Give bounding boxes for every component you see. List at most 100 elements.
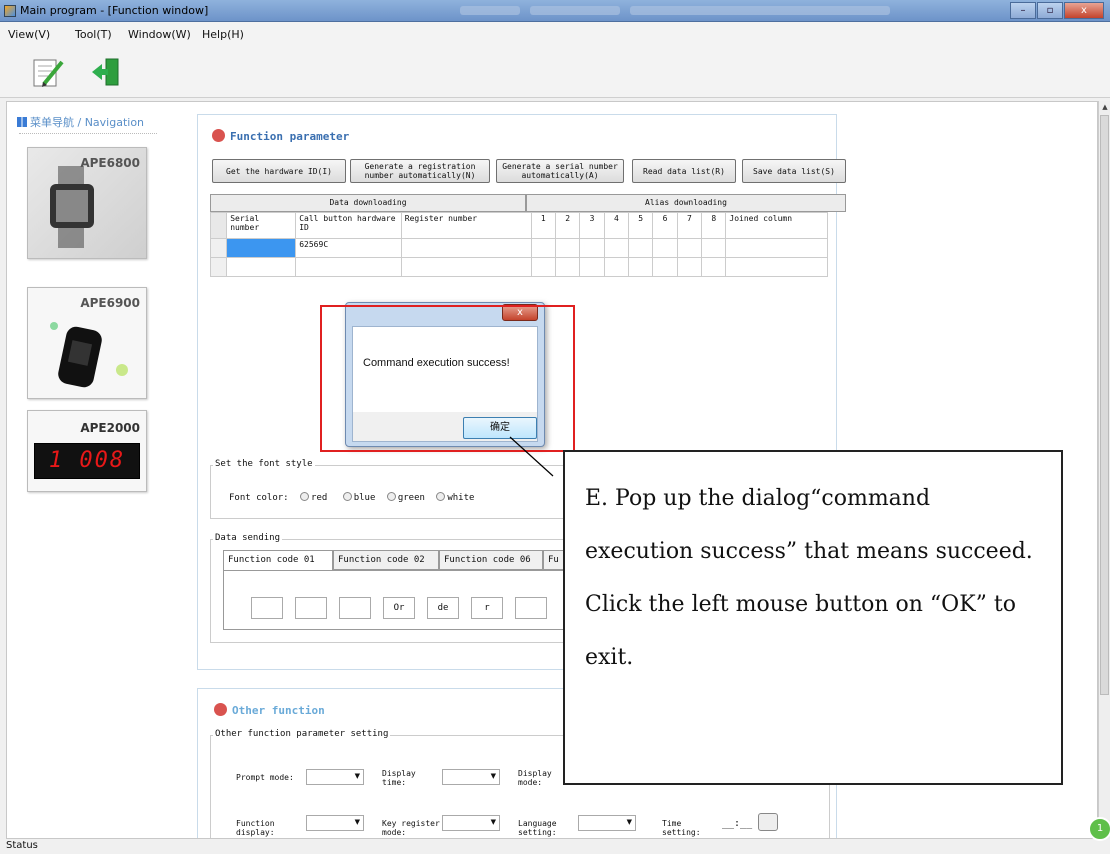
tab-function-code-01[interactable]: Function code 01	[223, 550, 333, 571]
table-row[interactable]: 62569C	[209, 238, 828, 258]
hardware-id-cell[interactable]	[295, 257, 402, 277]
column-header: 6	[652, 212, 678, 239]
key-register-label: Key register mode:	[382, 819, 440, 837]
radio-white[interactable]	[436, 492, 446, 501]
marker-icon	[212, 129, 225, 142]
vertical-scrollbar[interactable]: ▲	[1098, 101, 1110, 839]
table-row[interactable]	[209, 257, 828, 277]
group-title: Data sending	[213, 533, 283, 543]
generate-serial-button[interactable]: Generate a serial number automatically(A…	[496, 159, 624, 183]
column-header: 7	[676, 212, 703, 239]
key-register-select[interactable]	[442, 815, 500, 831]
nav-card-ape2000[interactable]: APE2000 1 008	[27, 410, 147, 492]
exit-door-icon[interactable]	[88, 54, 124, 90]
watch-image	[50, 166, 94, 248]
maximize-button[interactable]: ▫	[1037, 2, 1063, 19]
group-title: Set the font style	[213, 459, 315, 469]
hardware-id-cell[interactable]: 62569C	[295, 238, 402, 258]
save-data-list-button[interactable]: Save data list(S)	[742, 159, 846, 183]
column-header: Joined column	[725, 212, 828, 239]
display-mode-label: Display mode:	[518, 769, 552, 787]
radio-label: blue	[353, 493, 376, 503]
panel-title: Function parameter	[212, 129, 349, 143]
radio-label: white	[447, 493, 475, 503]
generate-registration-button[interactable]: Generate a registration number automatic…	[350, 159, 490, 183]
column-header: 1	[530, 212, 557, 239]
font-color-label: Font color:	[229, 493, 289, 503]
led-display: 1 008	[34, 443, 140, 479]
column-header: Serial number	[226, 212, 297, 239]
select-all-cell[interactable]	[209, 212, 228, 239]
column-header: Call button hardware ID	[295, 212, 402, 239]
radio-green[interactable]	[386, 492, 396, 501]
data-field[interactable]	[339, 597, 371, 619]
status-bar: Status 1	[0, 817, 1110, 854]
register-cell[interactable]	[400, 257, 532, 277]
column-header: 4	[603, 212, 630, 239]
alias-downloading-header: Alias downloading	[526, 194, 846, 212]
time-picker-button[interactable]	[758, 813, 778, 831]
nav-card-ape6800[interactable]: APE6800	[27, 147, 147, 259]
app-icon	[4, 5, 16, 17]
menu-help[interactable]: Help(H)	[202, 28, 244, 41]
menu-window[interactable]: Window(W)	[128, 28, 191, 41]
display-time-select[interactable]	[442, 769, 500, 785]
scroll-up-icon[interactable]: ▲	[1101, 103, 1109, 111]
status-text: Status	[6, 840, 38, 851]
prompt-mode-select[interactable]	[306, 769, 364, 785]
window-title: Main program - [Function window]	[20, 4, 209, 17]
tab-function-code-06[interactable]: Function code 06	[439, 550, 543, 570]
column-header: Register number	[400, 212, 532, 239]
radio-blue[interactable]	[342, 492, 352, 501]
menu-tool[interactable]: Tool(T)	[75, 28, 112, 41]
data-field[interactable]	[515, 597, 547, 619]
serial-cell[interactable]	[226, 238, 297, 258]
minimize-button[interactable]: –	[1010, 2, 1036, 19]
scroll-thumb[interactable]	[1100, 115, 1109, 695]
column-header: 3	[579, 212, 605, 239]
group-title: Other function parameter setting	[213, 729, 391, 739]
blurred-region	[630, 6, 890, 15]
panel-title: Other function	[214, 703, 325, 717]
language-select[interactable]	[578, 815, 636, 831]
data-grid[interactable]: Serial number Call button hardware ID Re…	[209, 212, 828, 277]
function-display-label: Function display:	[236, 819, 275, 837]
font-color-row: Font color: red blue green white	[229, 492, 474, 503]
read-data-list-button[interactable]: Read data list(R)	[632, 159, 736, 183]
serial-cell[interactable]	[226, 257, 297, 277]
menu-view[interactable]: View(V)	[8, 28, 50, 41]
radio-label: green	[397, 493, 425, 503]
grid-icon	[17, 117, 27, 127]
column-header: 5	[628, 212, 654, 239]
data-field[interactable]: de	[427, 597, 459, 619]
blurred-region	[530, 6, 620, 15]
tab-function-code-02[interactable]: Function code 02	[333, 550, 439, 570]
time-value[interactable]: __:__	[722, 819, 752, 829]
get-hardware-id-button[interactable]: Get the hardware ID(I)	[212, 159, 346, 183]
card-label: APE6800	[80, 156, 140, 170]
data-field[interactable]: r	[471, 597, 503, 619]
data-field[interactable]	[251, 597, 283, 619]
register-cell[interactable]	[400, 238, 532, 258]
toolbar	[0, 46, 1110, 98]
data-field[interactable]: Or	[383, 597, 415, 619]
band-image	[50, 322, 128, 388]
data-field[interactable]	[295, 597, 327, 619]
radio-label: red	[311, 493, 328, 503]
close-window-button[interactable]: x	[1064, 2, 1104, 19]
divider	[19, 133, 157, 134]
menu-bar: View(V) Tool(T) Window(W) Help(H)	[0, 22, 1110, 46]
nav-card-ape6900[interactable]: APE6900	[27, 287, 147, 399]
edit-document-icon[interactable]	[30, 54, 66, 90]
marker-icon	[214, 703, 227, 716]
language-label: Language setting:	[518, 819, 557, 837]
display-time-label: Display time:	[382, 769, 416, 787]
blurred-region	[460, 6, 520, 15]
function-display-select[interactable]	[306, 815, 364, 831]
time-setting-label: Time setting:	[662, 819, 701, 837]
instruction-callout: E. Pop up the dialog“command execution s…	[563, 450, 1063, 785]
tray-icon[interactable]: 1	[1088, 817, 1110, 841]
radio-red[interactable]	[300, 492, 310, 501]
prompt-mode-label: Prompt mode:	[236, 773, 294, 782]
card-label: APE2000	[80, 421, 140, 435]
